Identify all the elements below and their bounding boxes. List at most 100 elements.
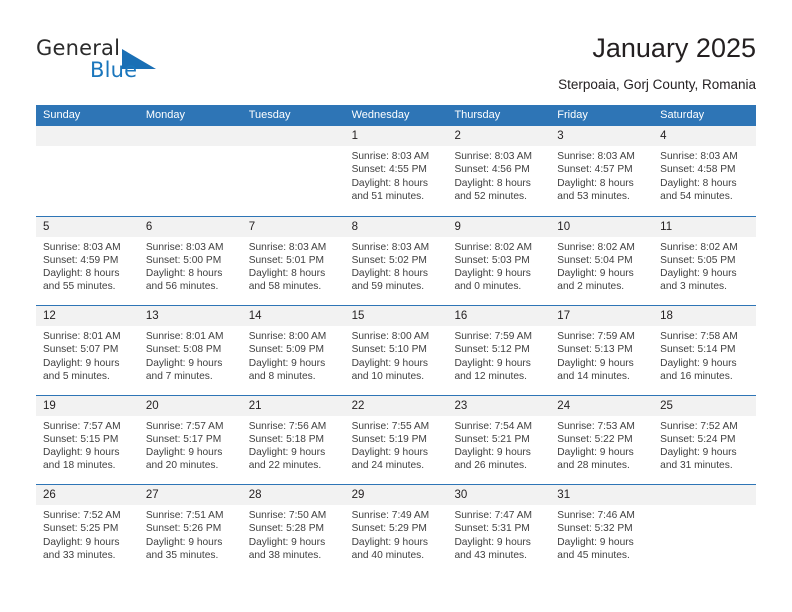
calendar-day-cell[interactable]: 23 Sunrise: 7:54 AM Sunset: 5:21 PM Dayligh… [447,395,551,484]
day-detail-line: Sunrise: 8:03 AM [145,241,224,253]
calendar-day-cell[interactable]: 1 Sunrise: 8:03 AM Sunset: 4:55 PM Daylight… [344,126,448,216]
calendar-day-cell[interactable]: 2 Sunrise: 8:03 AM Sunset: 4:56 PM Daylight… [447,126,551,216]
page-header: General Blue January 2025 Sterpoaia, Gor… [0,0,792,100]
day-number: 4 [653,126,757,146]
generalblue-logo[interactable]: General Blue [36,36,216,88]
day-details: Sunrise: 7:52 AM Sunset: 5:24 PM Daylight:… [653,416,756,473]
day-detail-line: Daylight: 9 hours [43,447,120,459]
day-detail-line: Daylight: 9 hours [454,268,531,280]
day-number: 24 [550,395,654,416]
weekday-header-row: Sunday Monday Tuesday Wednesday Thursday Frid… [36,105,756,126]
day-detail-line: Sunset: 5:21 PM [454,433,530,445]
day-detail-line: Sunset: 5:32 PM [557,523,633,535]
calendar-day-cell[interactable]: 7 Sunrise: 8:03 AM Sunset: 5:01 PM Daylight… [241,216,345,305]
calendar-day-cell[interactable]: 9 Sunrise: 8:02 AM Sunset: 5:03 PM Daylight… [447,216,551,305]
calendar-day-cell[interactable]: 5 Sunrise: 8:03 AM Sunset: 4:59 PM Daylight… [36,216,139,305]
day-detail-line: Sunset: 5:26 PM [145,523,222,535]
day-details: Sunrise: 8:03 AM Sunset: 4:55 PM Daylight:… [345,146,448,203]
day-detail-line: and 45 minutes. [557,549,630,561]
calendar-day-cell[interactable]: 16 Sunrise: 7:59 AM Sunset: 5:12 PM Dayligh… [447,306,551,395]
calendar-day-cell[interactable]: 31 Sunrise: 7:46 AM Sunset: 5:32 PM Dayligh… [550,485,654,574]
day-detail-line: Sunset: 5:04 PM [557,254,633,266]
calendar-day-cell[interactable]: 15 Sunrise: 8:00 AM Sunset: 5:10 PM Dayligh… [344,306,448,395]
day-details: Sunrise: 8:02 AM Sunset: 5:04 PM Daylight:… [550,237,653,294]
day-detail-line: Sunset: 4:56 PM [454,164,530,176]
day-detail-line: Sunrise: 7:59 AM [557,331,635,342]
calendar-day-cell[interactable]: 12 Sunrise: 8:01 AM Sunset: 5:07 PM Dayligh… [36,306,139,395]
day-detail-line: Sunset: 5:31 PM [454,523,530,535]
calendar-day-cell[interactable]: 11 Sunrise: 8:02 AM Sunset: 5:05 PM Dayligh… [653,216,757,305]
day-detail-line: Sunrise: 7:55 AM [351,420,430,432]
day-details [36,146,139,150]
calendar-day-cell[interactable]: 21 Sunrise: 7:56 AM Sunset: 5:18 PM Dayligh… [241,395,345,484]
day-details: Sunrise: 8:03 AM Sunset: 4:59 PM Daylight:… [36,237,139,294]
weekday-header-monday: Monday [145,109,185,121]
day-detail-line: Sunset: 4:58 PM [660,164,736,176]
calendar-day-cell[interactable]: 29 Sunrise: 7:49 AM Sunset: 5:29 PM Dayligh… [344,485,448,574]
weekday-header-thursday: Thursday [454,109,501,121]
calendar-day-cell[interactable]: 25 Sunrise: 7:52 AM Sunset: 5:24 PM Dayligh… [653,395,757,484]
day-detail-line: Sunrise: 8:03 AM [351,151,430,162]
day-detail-line: Sunrise: 8:02 AM [660,241,738,253]
weekday-header-tuesday: Tuesday [248,109,291,121]
day-number [138,126,242,146]
day-number: 2 [447,126,551,146]
day-details: Sunrise: 8:01 AM Sunset: 5:08 PM Daylight:… [139,326,242,383]
page-title: January 2025 [592,33,756,63]
day-number: 23 [447,395,551,416]
day-number [241,126,345,146]
day-details: Sunrise: 7:47 AM Sunset: 5:31 PM Daylight:… [447,505,550,562]
calendar-day-cell[interactable]: 6 Sunrise: 8:03 AM Sunset: 5:00 PM Daylight… [138,216,242,305]
day-details: Sunrise: 7:56 AM Sunset: 5:18 PM Daylight:… [242,416,345,473]
day-detail-line: Daylight: 9 hours [454,536,531,548]
day-details: Sunrise: 8:02 AM Sunset: 5:05 PM Daylight:… [653,237,756,294]
day-detail-line: and 16 minutes. [660,370,733,382]
day-detail-line: Sunset: 4:55 PM [351,164,427,176]
calendar-day-cell[interactable]: 17 Sunrise: 7:59 AM Sunset: 5:13 PM Dayligh… [550,306,654,395]
day-number: 8 [344,216,448,237]
day-number: 9 [447,216,551,237]
day-details: Sunrise: 8:00 AM Sunset: 5:10 PM Daylight:… [345,326,448,383]
day-detail-line: Daylight: 8 hours [351,268,429,280]
day-detail-line: and 59 minutes. [351,281,425,293]
day-details [139,146,242,150]
day-number: 5 [36,216,139,237]
calendar-day-cell[interactable]: 4 Sunrise: 8:03 AM Sunset: 4:58 PM Daylight… [653,126,757,216]
calendar-day-cell[interactable]: 13 Sunrise: 8:01 AM Sunset: 5:08 PM Dayligh… [138,306,242,395]
day-detail-line: and 35 minutes. [145,549,219,561]
calendar-week-row: 26 Sunrise: 7:52 AM Sunset: 5:25 PM Dayligh… [36,484,757,574]
day-detail-line: Sunrise: 8:02 AM [557,241,635,253]
day-detail-line: Sunset: 5:15 PM [43,433,119,445]
calendar-day-cell[interactable]: 10 Sunrise: 8:02 AM Sunset: 5:04 PM Dayligh… [550,216,654,305]
day-details: Sunrise: 7:53 AM Sunset: 5:22 PM Daylight:… [550,416,653,473]
day-detail-line: Daylight: 9 hours [43,536,120,548]
calendar-page: General Blue January 2025 Sterpoaia, Gor… [0,0,792,612]
day-number: 6 [138,216,242,237]
day-detail-line: Daylight: 9 hours [557,357,634,369]
calendar-day-cell[interactable]: 30 Sunrise: 7:47 AM Sunset: 5:31 PM Dayligh… [447,485,551,574]
day-details: Sunrise: 7:50 AM Sunset: 5:28 PM Daylight:… [242,505,345,562]
day-detail-line: Sunrise: 7:46 AM [557,510,635,521]
day-detail-line: Daylight: 9 hours [660,268,737,280]
calendar-day-cell[interactable]: 14 Sunrise: 8:00 AM Sunset: 5:09 PM Dayligh… [241,306,345,395]
day-details: Sunrise: 7:58 AM Sunset: 5:14 PM Daylight:… [653,326,756,383]
calendar-day-cell[interactable]: 28 Sunrise: 7:50 AM Sunset: 5:28 PM Dayligh… [241,485,345,574]
calendar-day-cell[interactable]: 22 Sunrise: 7:55 AM Sunset: 5:19 PM Dayligh… [344,395,448,484]
calendar-day-cell[interactable]: 19 Sunrise: 7:57 AM Sunset: 5:15 PM Dayligh… [36,395,139,484]
day-detail-line: Sunset: 5:10 PM [351,344,427,356]
calendar-day-cell[interactable]: 27 Sunrise: 7:51 AM Sunset: 5:26 PM Dayligh… [138,485,242,574]
day-detail-line: and 22 minutes. [248,460,322,472]
calendar-day-cell[interactable]: 3 Sunrise: 8:03 AM Sunset: 4:57 PM Daylight… [550,126,654,216]
calendar-grid: Sunday Monday Tuesday Wednesday Thursday Frid… [36,105,757,574]
day-detail-line: Daylight: 8 hours [454,177,531,189]
day-detail-line: Sunset: 5:00 PM [145,254,222,266]
day-detail-line: and 55 minutes. [43,281,116,293]
calendar-day-cell[interactable]: 8 Sunrise: 8:03 AM Sunset: 5:02 PM Daylight… [344,216,448,305]
calendar-day-cell[interactable]: 26 Sunrise: 7:52 AM Sunset: 5:25 PM Dayligh… [36,485,139,574]
calendar-day-cell[interactable]: 18 Sunrise: 7:58 AM Sunset: 5:14 PM Dayligh… [653,306,757,395]
calendar-day-cell[interactable]: 24 Sunrise: 7:53 AM Sunset: 5:22 PM Dayligh… [550,395,654,484]
day-number: 21 [241,395,345,416]
calendar-day-cell[interactable]: 20 Sunrise: 7:57 AM Sunset: 5:17 PM Dayligh… [138,395,242,484]
day-detail-line: Sunrise: 7:49 AM [351,510,430,521]
day-detail-line: Sunset: 5:22 PM [557,433,633,445]
